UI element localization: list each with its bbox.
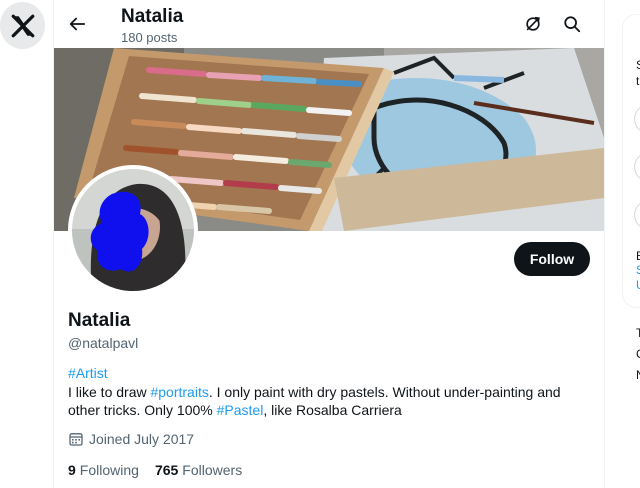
following-count: 9 xyxy=(68,462,76,478)
header-title: Natalia xyxy=(121,6,184,27)
search-icon xyxy=(564,16,581,33)
hashtag-pastel-link[interactable]: #Pastel xyxy=(217,402,264,418)
sidebar-text: C xyxy=(636,347,640,361)
joined-date: Joined July 2017 xyxy=(68,431,194,447)
refresh-button[interactable] xyxy=(519,10,547,38)
back-button[interactable] xyxy=(63,10,91,38)
sidebar-text: B xyxy=(636,249,640,263)
hashtag-artist-link[interactable]: #Artist xyxy=(68,365,108,381)
header-post-count: 180 posts xyxy=(121,30,178,45)
refresh-icon xyxy=(526,16,540,31)
hashtag-portraits-link[interactable]: #portraits xyxy=(150,384,208,400)
follow-stats: 9 Following 765 Followers xyxy=(68,462,242,478)
profile-column: Natalia 180 posts Follow Natalia @natalp… xyxy=(53,0,605,488)
following-label: Following xyxy=(79,462,139,478)
arrow-left-icon xyxy=(69,17,86,31)
sidebar-text: T xyxy=(636,326,640,340)
followers-count: 765 xyxy=(154,462,179,478)
sidebar-text: ti xyxy=(636,74,640,88)
follow-button[interactable]: Follow xyxy=(514,242,590,276)
bio-text: I like to draw xyxy=(68,383,151,400)
left-nav-rail xyxy=(0,0,53,488)
sidebar-text: S xyxy=(636,58,640,72)
search-button[interactable] xyxy=(558,10,586,38)
profile-bio: #Artist I like to draw #portraits. I onl… xyxy=(68,364,588,420)
profile-header-bar: Natalia 180 posts xyxy=(54,0,604,48)
calendar-icon xyxy=(69,433,83,446)
joined-text: Joined July 2017 xyxy=(89,431,195,447)
profile-handle: @natalpavl xyxy=(68,335,139,351)
following-link[interactable]: 9 Following xyxy=(68,462,139,478)
sidebar-link[interactable]: U xyxy=(636,278,640,292)
profile-display-name: Natalia xyxy=(68,310,131,331)
followers-label: Followers xyxy=(182,462,243,478)
sidebar-text: N xyxy=(636,368,640,382)
sidebar-link[interactable]: S xyxy=(636,263,640,277)
right-sidebar: S ti B S U T C N xyxy=(604,0,640,488)
x-logo-icon[interactable] xyxy=(0,2,45,49)
followers-link[interactable]: 765 Followers xyxy=(155,462,242,478)
profile-avatar[interactable] xyxy=(68,165,198,295)
bio-text: , like Rosalba Carriera xyxy=(263,402,402,418)
